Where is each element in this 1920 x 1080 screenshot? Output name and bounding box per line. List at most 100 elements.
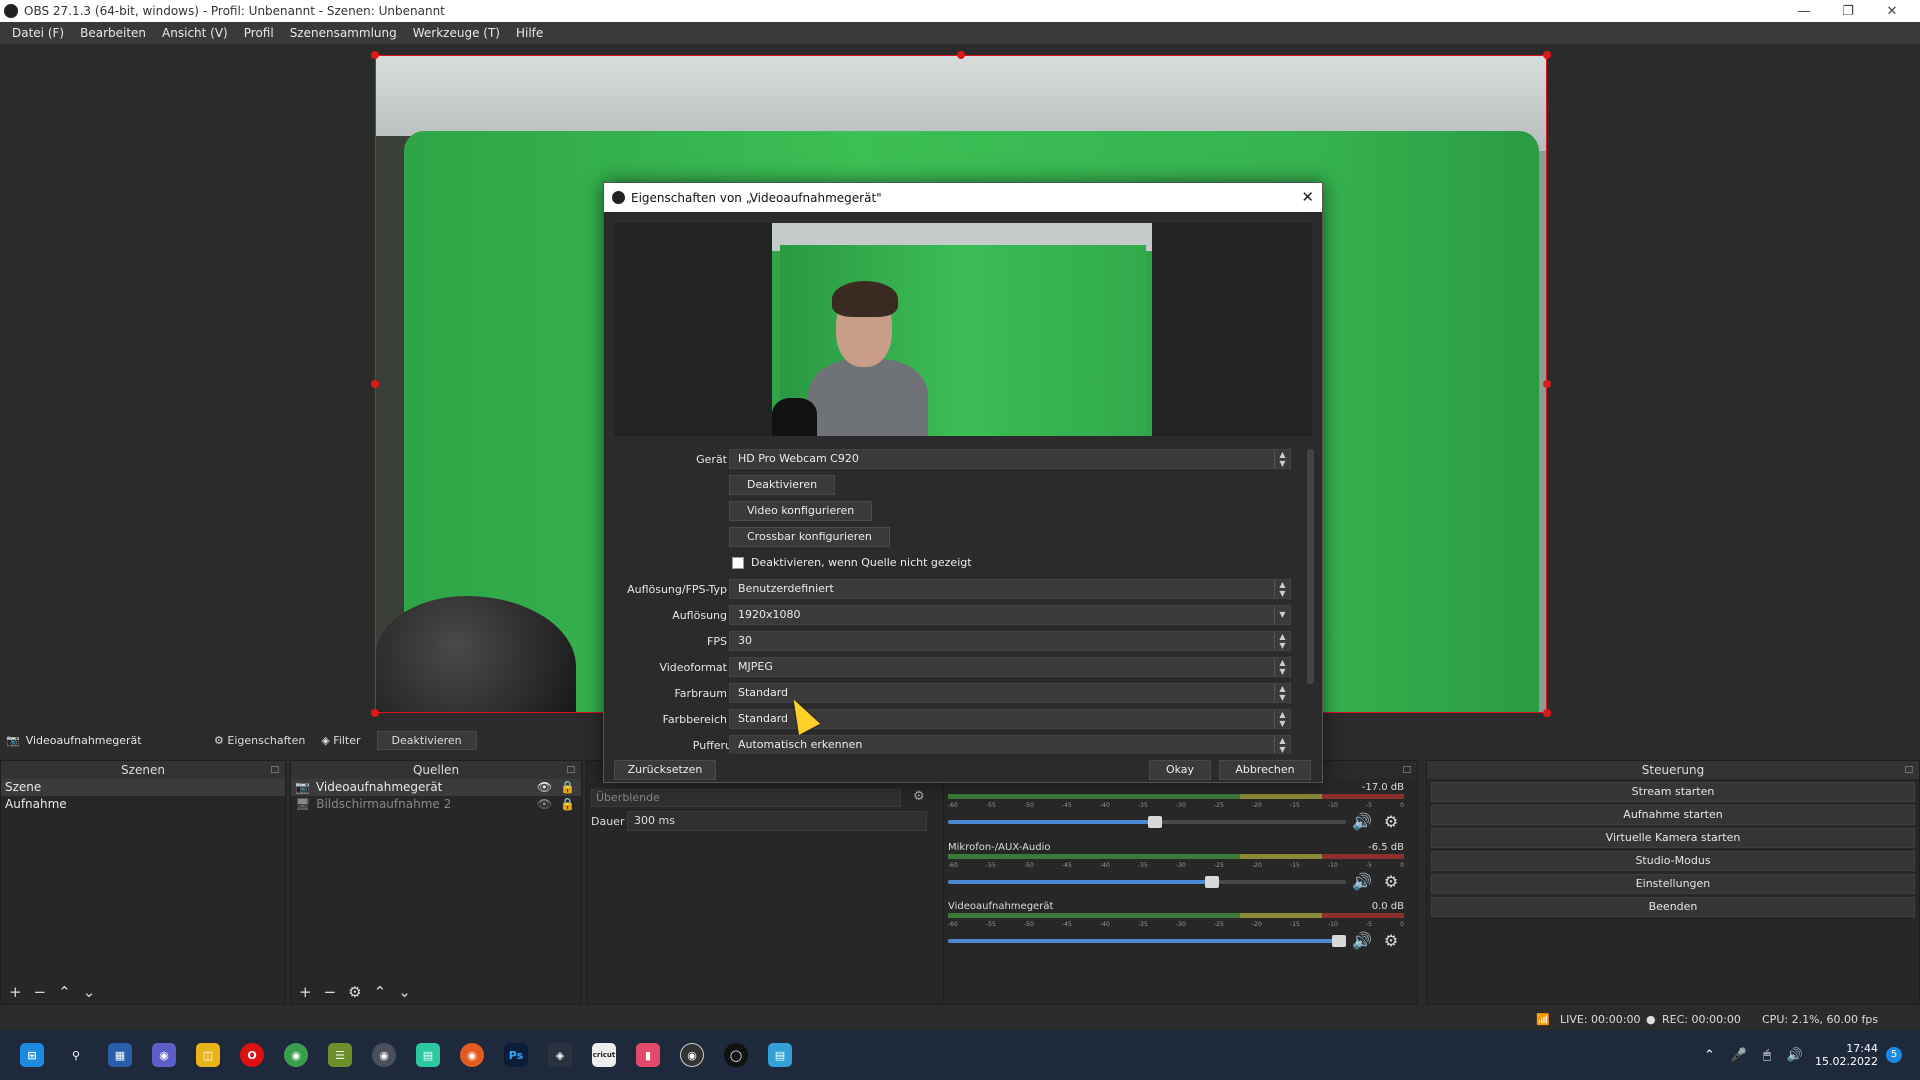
resolution-select[interactable]: 1920x1080 ▼ [729, 605, 1291, 625]
gear-icon[interactable]: ⚙ [913, 789, 925, 804]
filter-button[interactable]: ◈ Filter [313, 732, 368, 749]
gear-icon[interactable]: ⚙ [348, 983, 361, 1001]
menu-datei[interactable]: Datei (F) [4, 26, 72, 40]
settings-button[interactable]: Einstellungen [1431, 874, 1915, 894]
volume-slider[interactable] [948, 816, 1346, 828]
file-explorer-icon[interactable]: ◫ [196, 1043, 220, 1067]
undock-icon[interactable]: □ [566, 761, 575, 779]
move-up-icon[interactable]: ⌃ [374, 983, 387, 1001]
speaker-icon[interactable]: 🔊 [1352, 812, 1372, 831]
transition-select[interactable]: Überblende [591, 789, 901, 807]
deactivate-device-button[interactable]: Deaktivieren [729, 475, 836, 495]
volume-knob[interactable] [1205, 876, 1219, 888]
restore-icon[interactable]: ❐ [1826, 0, 1870, 22]
search-icon[interactable]: ⚲ [64, 1043, 88, 1067]
deactivate-button[interactable]: Deaktivieren [376, 730, 477, 750]
eye-icon[interactable]: 👁 [537, 779, 552, 796]
menu-bearbeiten[interactable]: Bearbeiten [72, 26, 154, 40]
duration-input[interactable]: 300 ms [627, 811, 927, 831]
undock-icon[interactable]: □ [270, 761, 279, 779]
obs-taskbar-icon[interactable]: ◉ [680, 1043, 704, 1067]
start-icon[interactable]: ⊞ [20, 1043, 44, 1067]
remove-icon[interactable]: − [34, 983, 47, 1001]
resize-handle-br[interactable] [1543, 709, 1551, 717]
start-virtual-camera-button[interactable]: Virtuelle Kamera starten [1431, 828, 1915, 848]
eye-hidden-icon[interactable]: 👁 [537, 796, 552, 813]
lock-icon[interactable]: 🔒 [560, 796, 575, 813]
move-down-icon[interactable]: ⌄ [398, 983, 411, 1001]
task-view-icon[interactable]: ▦ [108, 1043, 132, 1067]
clock[interactable]: 17:44 15.02.2022 [1815, 1030, 1878, 1080]
chevron-up-icon[interactable]: ⌃ [1704, 1048, 1715, 1063]
photoshop-icon[interactable]: Ps [504, 1043, 528, 1067]
menu-hilfe[interactable]: Hilfe [508, 26, 551, 40]
configure-crossbar-button[interactable]: Crossbar konfigurieren [729, 527, 890, 547]
resize-handle-bl[interactable] [371, 709, 379, 717]
lock-icon[interactable]: 🔒 [560, 779, 575, 796]
microphone-icon[interactable]: 🎤 [1731, 1048, 1747, 1063]
notification-badge[interactable]: 5 [1886, 1030, 1902, 1080]
form-scrollbar[interactable] [1307, 449, 1314, 684]
menu-profil[interactable]: Profil [236, 26, 282, 40]
source-item[interactable]: 📷 Videoaufnahmegerät 👁 🔒 [291, 779, 581, 796]
resize-handle-tr[interactable] [1543, 51, 1551, 59]
steam-icon[interactable]: ◉ [372, 1043, 396, 1067]
res-type-select[interactable]: Benutzerdefiniert ▲ ▼ [729, 579, 1291, 599]
studio-mode-button[interactable]: Studio-Modus [1431, 851, 1915, 871]
menu-ansicht[interactable]: Ansicht (V) [154, 26, 236, 40]
resize-handle-r[interactable] [1543, 380, 1551, 388]
properties-button[interactable]: ⚙ Eigenschaften [206, 732, 313, 749]
opera-icon[interactable]: O [240, 1043, 264, 1067]
chat-icon[interactable]: ◉ [152, 1043, 176, 1067]
undock-icon[interactable]: □ [1904, 761, 1913, 779]
volume-knob[interactable] [1148, 816, 1162, 828]
scene-item[interactable]: Szene [1, 779, 285, 796]
buffering-select[interactable]: Automatisch erkennen ▲ ▼ [729, 735, 1291, 754]
move-up-icon[interactable]: ⌃ [58, 983, 71, 1001]
volume-icon[interactable]: 🔊 [1787, 1048, 1803, 1063]
notepad-icon[interactable]: ▤ [768, 1043, 792, 1067]
speaker-icon[interactable]: 🔊 [1352, 931, 1372, 950]
speaker-icon[interactable]: 🔊 [1352, 872, 1372, 891]
scene-item[interactable]: Aufnahme [1, 796, 285, 813]
firefox-icon[interactable]: ◉ [460, 1043, 484, 1067]
app-circle-icon[interactable]: ◯ [724, 1043, 748, 1067]
menu-werkzeuge[interactable]: Werkzeuge (T) [405, 26, 508, 40]
start-stream-button[interactable]: Stream starten [1431, 782, 1915, 802]
source-item[interactable]: 🖥 Bildschirmaufnahme 2 👁 🔒 [291, 796, 581, 813]
add-icon[interactable]: + [299, 983, 312, 1001]
menu-szenensammlung[interactable]: Szenensammlung [282, 26, 405, 40]
ok-button[interactable]: Okay [1149, 760, 1211, 780]
resize-handle-l[interactable] [371, 380, 379, 388]
start-recording-button[interactable]: Aufnahme starten [1431, 805, 1915, 825]
cancel-button[interactable]: Abbrechen [1219, 760, 1311, 780]
remove-icon[interactable]: − [324, 983, 337, 1001]
close-icon[interactable]: ✕ [1301, 188, 1314, 206]
app-red-icon[interactable]: ▮ [636, 1043, 660, 1067]
app-terminal-icon[interactable]: ▤ [416, 1043, 440, 1067]
deactivate-when-hidden-checkbox[interactable] [732, 557, 744, 569]
configure-video-button[interactable]: Video konfigurieren [729, 501, 873, 521]
close-icon[interactable]: ✕ [1870, 0, 1914, 22]
add-icon[interactable]: + [9, 983, 22, 1001]
app-layers-icon[interactable]: ☰ [328, 1043, 352, 1067]
gear-icon[interactable]: ⚙ [1384, 812, 1398, 831]
volume-slider[interactable] [948, 935, 1346, 947]
volume-slider[interactable] [948, 876, 1346, 888]
reset-button[interactable]: Zurücksetzen [614, 760, 716, 780]
volume-knob[interactable] [1332, 935, 1346, 947]
fps-select[interactable]: 30 ▲ ▼ [729, 631, 1291, 651]
undock-icon[interactable]: □ [1402, 761, 1411, 779]
exit-button[interactable]: Beenden [1431, 897, 1915, 917]
resize-handle-t[interactable] [957, 51, 965, 59]
video-format-select[interactable]: MJPEG ▲ ▼ [729, 657, 1291, 677]
gear-icon[interactable]: ⚙ [1384, 931, 1398, 950]
davinci-icon[interactable]: ◈ [548, 1043, 572, 1067]
chrome-icon[interactable]: ◉ [284, 1043, 308, 1067]
gear-icon[interactable]: ⚙ [1384, 872, 1398, 891]
cricut-icon[interactable]: cricut [592, 1043, 616, 1067]
color-space-select[interactable]: Standard ▲ ▼ [729, 683, 1291, 703]
resize-handle-tl[interactable] [371, 51, 379, 59]
minimize-icon[interactable]: — [1782, 0, 1826, 22]
move-down-icon[interactable]: ⌄ [83, 983, 96, 1001]
